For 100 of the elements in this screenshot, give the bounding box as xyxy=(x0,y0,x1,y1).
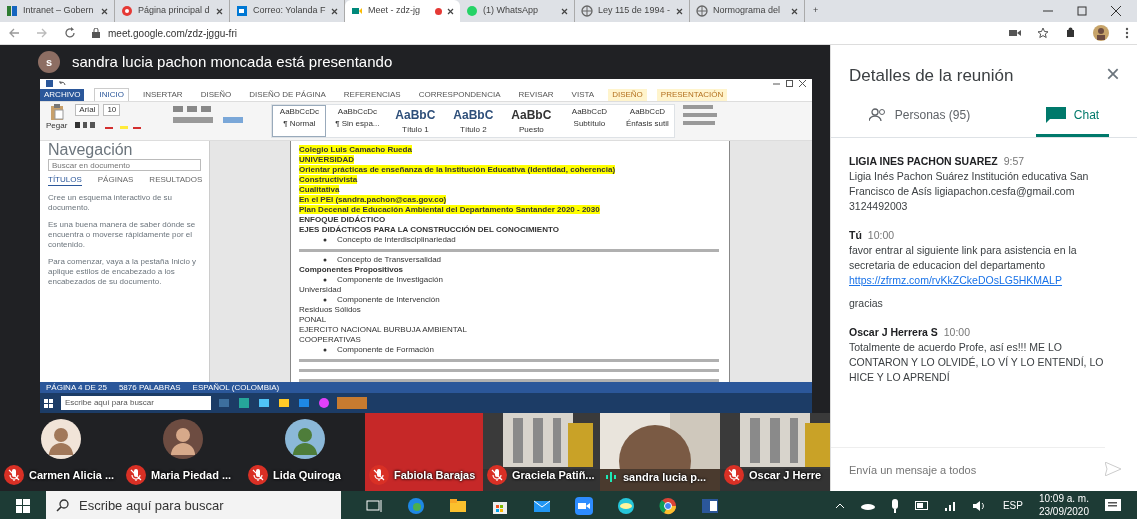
style-option[interactable]: AaBbCcD Énfasis sutil xyxy=(620,105,675,137)
browser-icon[interactable] xyxy=(659,496,677,515)
lock-icon xyxy=(92,28,100,38)
participant-name: sandra lucia p... xyxy=(623,469,707,485)
pane-text: Para comenzar, vaya a la pestaña Inicio y aplique estilos de encabezado a los encabezados de su documento. xyxy=(48,257,198,287)
menu-icon[interactable] xyxy=(1125,27,1129,39)
panel-tab[interactable]: Personas (95) xyxy=(858,96,981,137)
folder-icon[interactable] xyxy=(449,496,467,515)
pane-text: Es una buena manera de saber dónde se encuentra o moverse rápidamente por el contenido. xyxy=(48,220,197,250)
puzzle-icon[interactable] xyxy=(1065,27,1077,39)
font-size-field[interactable]: 10 xyxy=(103,104,121,116)
message-link[interactable]: https://zfrmz.com/rvKkZCkeDOsLG5HKMALP xyxy=(849,272,1119,288)
ribbon-tab[interactable]: DISEÑO DE PÁGINA xyxy=(245,89,330,101)
message-text: Ligia Inés Pachon Suárez Institución educativa San Francisco de Asís ligiapachon.cesfa@gmail.com 3124492003 xyxy=(849,168,1090,214)
close-icon[interactable] xyxy=(676,7,683,15)
maximize-icon[interactable] xyxy=(786,80,793,87)
avatar-icon xyxy=(41,419,81,459)
pane-tab[interactable]: RESULTADOS xyxy=(149,175,203,186)
ribbon-tab[interactable]: DISEÑO xyxy=(196,89,236,101)
font-field[interactable]: Arial xyxy=(75,104,100,116)
language-indicator[interactable]: ESP xyxy=(1002,498,1023,513)
undo-icon[interactable] xyxy=(59,80,66,87)
clock-time[interactable]: 10:09 a. m. xyxy=(1038,493,1089,506)
profile-icon[interactable] xyxy=(1093,25,1109,41)
back-icon[interactable] xyxy=(8,27,20,39)
pane-tab[interactable]: PÁGINAS xyxy=(97,175,134,186)
close-icon[interactable] xyxy=(331,7,338,15)
close-icon[interactable] xyxy=(101,7,108,15)
cloud-icon[interactable] xyxy=(860,501,875,510)
document-icon[interactable] xyxy=(701,496,719,515)
style-option[interactable]: AaBbCcDc ¶ Sin espa... xyxy=(330,105,385,137)
style-option[interactable]: AaBbC Puesto xyxy=(504,105,559,137)
bullet-icon xyxy=(323,237,327,242)
style-option[interactable]: AaBbC Título 1 xyxy=(388,105,443,137)
close-icon[interactable] xyxy=(791,7,798,15)
reload-icon[interactable] xyxy=(64,27,76,39)
volume-icon[interactable] xyxy=(972,500,987,511)
participant-name: Lida Quiroga xyxy=(273,467,341,483)
address-bar[interactable]: meet.google.com/zdz-jggu-fri xyxy=(108,25,237,41)
panel-tab[interactable]: Chat xyxy=(1035,96,1110,137)
message-time: 9:57 xyxy=(1003,154,1025,167)
maximize-icon[interactable] xyxy=(1077,6,1087,16)
close-icon[interactable] xyxy=(447,7,454,15)
close-icon[interactable] xyxy=(799,80,806,87)
panel-title: Detalles de la reunión xyxy=(848,65,1014,87)
message-time: 10:00 xyxy=(867,228,895,241)
ribbon-tab[interactable]: CORRESPONDENCIA xyxy=(414,89,505,101)
highlighted-text: Colegio Luis Camacho Rueda xyxy=(299,145,412,154)
star-icon[interactable] xyxy=(1037,27,1049,39)
status-text: PÁGINA 4 DE 25 xyxy=(46,381,107,394)
battery-icon[interactable] xyxy=(914,501,929,510)
taskbar-search-field[interactable]: Escribe aquí para buscar xyxy=(46,491,341,519)
status-text: ESPAÑOL (COLOMBIA) xyxy=(192,381,280,394)
clipboard-icon[interactable] xyxy=(49,104,64,120)
network-icon[interactable] xyxy=(944,500,957,511)
ribbon-tab[interactable]: INSERTAR xyxy=(138,89,187,101)
people-icon xyxy=(868,108,887,122)
browser-tab[interactable]: Meet - zdz-jg xyxy=(345,0,460,22)
ribbon-tab[interactable]: DISEÑO xyxy=(608,89,647,101)
sender-name: Tú xyxy=(849,228,862,241)
ribbon-tab[interactable]: REVISAR xyxy=(514,89,558,101)
paste-button[interactable]: Pegar xyxy=(46,120,68,132)
document-text: Concepto de Transversalidad xyxy=(337,255,442,264)
highlighted-text: En el PEI (sandra.pachon@cas.gov.co) xyxy=(299,195,447,204)
presenter-avatar: s xyxy=(38,51,60,73)
pane-tab[interactable]: TÍTULOS xyxy=(48,175,82,186)
new-tab-button[interactable]: + xyxy=(805,4,827,18)
ribbon-tab[interactable]: VISTA xyxy=(567,89,599,101)
taskbar-search-field[interactable]: Escribe aquí para buscar xyxy=(61,396,211,410)
close-icon[interactable] xyxy=(216,7,223,15)
browser-icon[interactable] xyxy=(407,496,425,515)
globe-icon xyxy=(696,5,708,17)
tab-title: (1) WhatsApp xyxy=(483,4,540,18)
sender-name: Oscar J Herrera S xyxy=(849,325,938,338)
status-text: 5876 PALABRAS xyxy=(118,381,181,394)
search-icon xyxy=(56,499,69,512)
windows-icon[interactable] xyxy=(44,398,53,408)
clock-date[interactable]: 23/09/2020 xyxy=(1038,505,1089,518)
avatar-icon xyxy=(284,419,325,459)
style-option[interactable]: AaBbC Título 2 xyxy=(446,105,501,137)
close-button[interactable]: × xyxy=(1105,61,1121,87)
document-text: EJERCITO NACIONAL BURBUJA AMBIENTAL xyxy=(299,325,467,334)
ribbon-tab[interactable]: ARCHIVO xyxy=(40,89,85,101)
document-search-field[interactable]: Buscar en documento xyxy=(48,159,201,171)
globe-icon[interactable] xyxy=(617,496,635,515)
chevron-up-icon[interactable] xyxy=(834,502,845,509)
video-call-icon[interactable] xyxy=(575,496,593,515)
close-icon[interactable] xyxy=(561,7,568,15)
camera-icon xyxy=(1009,28,1021,38)
windows-icon[interactable] xyxy=(16,499,30,514)
close-icon[interactable] xyxy=(1111,6,1121,16)
ribbon-tab[interactable]: REFERENCIAS xyxy=(339,89,405,101)
camera-icon xyxy=(351,5,363,17)
notification-icon[interactable] xyxy=(1105,498,1121,513)
style-option[interactable]: AaBbCcDc ¶ Normal xyxy=(272,105,327,137)
style-option[interactable]: AaBbCcD Subtítulo xyxy=(562,105,617,137)
microphone-icon[interactable] xyxy=(890,498,899,513)
ribbon-tab[interactable]: PRESENTACIÓN xyxy=(656,89,728,101)
tab-title: Meet - zdz-jg xyxy=(368,4,421,18)
highlighted-text: UNIVERSIDAD xyxy=(299,155,355,164)
